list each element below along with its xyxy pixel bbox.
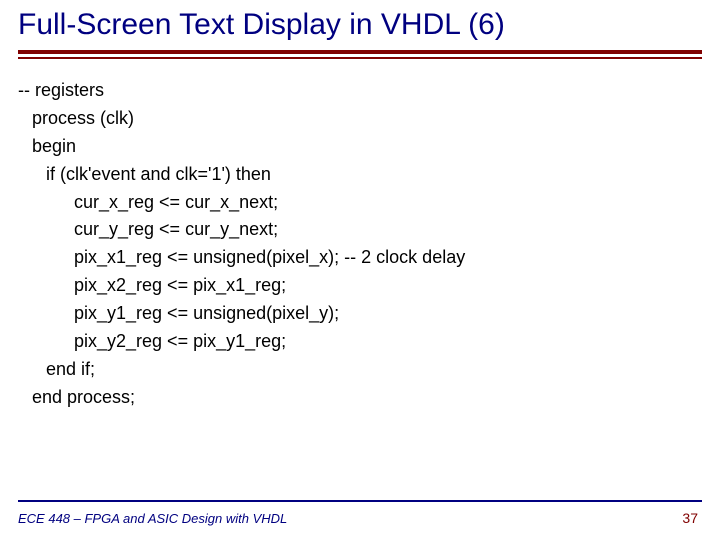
page-number: 37 <box>682 510 698 526</box>
code-line: pix_x1_reg <= unsigned(pixel_x); -- 2 cl… <box>18 244 702 272</box>
slide-title: Full-Screen Text Display in VHDL (6) <box>18 8 702 48</box>
rule-bot <box>18 57 702 59</box>
code-line: process (clk) <box>18 105 702 133</box>
footer-rule <box>18 500 702 502</box>
code-line: if (clk'event and clk='1') then <box>18 161 702 189</box>
code-line: cur_y_reg <= cur_y_next; <box>18 216 702 244</box>
slide: Full-Screen Text Display in VHDL (6) -- … <box>0 0 720 540</box>
code-block: -- registers process (clk) begin if (clk… <box>18 77 702 412</box>
footer-course: ECE 448 – FPGA and ASIC Design with VHDL <box>18 511 287 526</box>
title-rule <box>18 50 702 59</box>
code-line: -- registers <box>18 77 702 105</box>
code-line: end if; <box>18 356 702 384</box>
code-line: cur_x_reg <= cur_x_next; <box>18 189 702 217</box>
code-line: end process; <box>18 384 702 412</box>
code-line: pix_x2_reg <= pix_x1_reg; <box>18 272 702 300</box>
code-line: begin <box>18 133 702 161</box>
code-line: pix_y2_reg <= pix_y1_reg; <box>18 328 702 356</box>
code-line: pix_y1_reg <= unsigned(pixel_y); <box>18 300 702 328</box>
